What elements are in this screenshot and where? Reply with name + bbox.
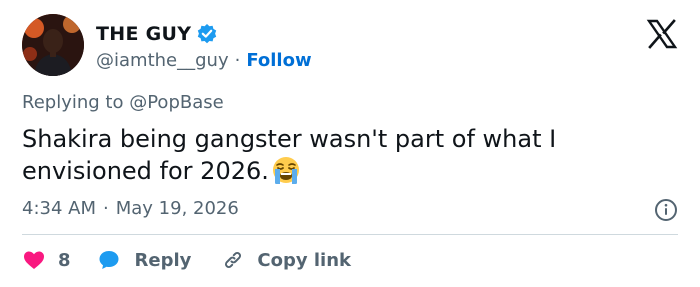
tweet-card: THE GUY @iamthe__guy · Follow Replying t… [0, 0, 700, 287]
replying-target-link[interactable]: @PopBase [129, 92, 223, 113]
avatar[interactable] [22, 14, 84, 76]
reply-label: Reply [134, 249, 192, 271]
replying-to: Replying to @PopBase [22, 92, 224, 113]
info-icon[interactable] [654, 198, 678, 222]
tweet-text: Shakira being gangster wasn't part of wh… [22, 123, 662, 187]
tweet-time: 4:34 AM [22, 198, 96, 219]
tweet-date: May 19, 2026 [115, 198, 239, 219]
avatar-photo [22, 14, 84, 76]
separator: · [103, 198, 109, 219]
author-handle-row: @iamthe__guy · Follow [96, 48, 312, 72]
verified-badge-icon [196, 23, 218, 45]
copy-link-button[interactable]: Copy link [221, 248, 351, 272]
action-bar: 8 Reply Copy link [22, 246, 351, 274]
author-name-row: THE GUY [96, 21, 218, 47]
copy-link-label: Copy link [257, 249, 351, 271]
author-handle[interactable]: @iamthe__guy [96, 50, 229, 71]
reply-button[interactable]: Reply [97, 248, 192, 272]
like-count: 8 [58, 249, 71, 271]
follow-button[interactable]: Follow [246, 50, 311, 71]
link-icon [225, 251, 242, 269]
replying-prefix: Replying to [22, 92, 124, 113]
heart-icon [24, 251, 44, 269]
like-button[interactable]: 8 [22, 248, 71, 272]
divider [22, 234, 678, 235]
timestamp[interactable]: 4:34 AM · May 19, 2026 [22, 198, 239, 219]
loudly-crying-face-emoji [271, 155, 301, 185]
author-name[interactable]: THE GUY [96, 23, 191, 45]
x-logo-icon[interactable] [646, 18, 678, 50]
separator: · [234, 49, 241, 71]
reply-bubble-icon [99, 251, 119, 269]
